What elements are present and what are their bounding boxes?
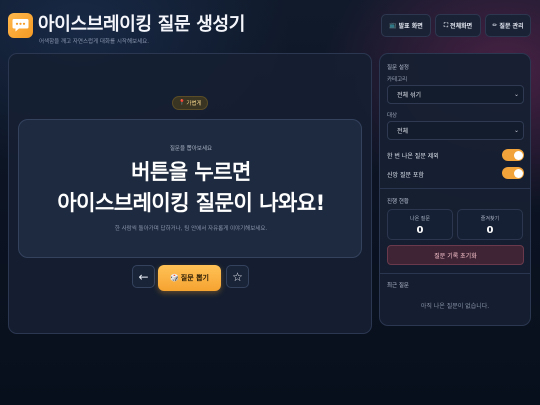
- divider: [380, 188, 530, 189]
- exclude-used-toggle[interactable]: [502, 149, 524, 161]
- exclude-used-label: 한 번 나온 질문 제외: [387, 153, 439, 160]
- favorites-count-stat: 즐겨찾기 0: [457, 209, 523, 240]
- arrow-left-icon: ←: [138, 269, 149, 284]
- category-select-value: 전체 섞기: [397, 92, 421, 99]
- fullscreen-label: 전체화면: [450, 23, 473, 30]
- recent-questions-title: 최근 질문: [387, 283, 409, 289]
- fullscreen-button[interactable]: ⛶ 전체화면: [435, 14, 481, 37]
- faith-questions-toggle[interactable]: [502, 167, 524, 179]
- question-hint: 한 사람씩 돌아가며 답하거나, 팀 안에서 자유롭게 이야기해보세요.: [114, 226, 268, 232]
- chevron-down-icon: ⌄: [513, 127, 519, 134]
- manage-questions-label: 질문 관리: [499, 23, 524, 30]
- fullscreen-icon: ⛶: [443, 21, 449, 29]
- previous-question-button[interactable]: ←: [132, 265, 155, 288]
- target-select-value: 전체: [397, 128, 409, 135]
- page-title: 아이스브레이킹 질문 생성기: [38, 14, 246, 35]
- stat-label: 즐겨찾기: [480, 216, 500, 222]
- target-label: 대상: [387, 113, 398, 119]
- used-count-stat: 나온 질문 0: [387, 209, 453, 240]
- chat-bubble-icon: [12, 19, 29, 32]
- divider: [380, 273, 530, 274]
- question-card: 질문을 뽑아보세요 버튼을 누르면 아이스브레이킹 질문이 나와요! 한 사람씩…: [18, 119, 362, 258]
- category-select[interactable]: 전체 섞기 ⌄: [387, 85, 524, 104]
- page-subtitle: 어색함을 깨고 자연스럽게 대화를 시작해보세요.: [39, 39, 149, 45]
- toggle-knob: [513, 168, 523, 178]
- tv-icon: 📺: [389, 22, 397, 29]
- progress-title: 진행 현황: [387, 199, 409, 205]
- dice-icon: 🎲: [170, 274, 179, 282]
- category-badge: 📍 가볍게: [172, 96, 208, 110]
- stat-value: 0: [416, 225, 424, 236]
- draw-question-label: 질문 뽑기: [180, 274, 209, 282]
- stat-label: 나온 질문: [410, 216, 430, 222]
- faith-questions-label: 신앙 질문 포함: [387, 172, 424, 179]
- category-label: 카테고리: [387, 77, 408, 83]
- question-text-line-2: 아이스브레이킹 질문이 나와요!: [57, 191, 325, 215]
- presentation-mode-button[interactable]: 📺 발표 화면: [381, 14, 431, 37]
- toggle-knob: [513, 150, 523, 160]
- pencil-icon: ✏: [492, 22, 498, 29]
- settings-title: 질문 설정: [387, 65, 409, 71]
- chevron-down-icon: ⌄: [513, 91, 519, 98]
- manage-questions-button[interactable]: ✏ 질문 관리: [485, 14, 531, 37]
- star-icon: ☆: [232, 269, 243, 284]
- app-logo-icon: [8, 13, 33, 38]
- reset-history-button[interactable]: 질문 기록 초기화: [387, 245, 524, 265]
- presentation-mode-label: 발표 화면: [398, 23, 423, 30]
- category-badge-label: 가볍게: [186, 101, 202, 107]
- question-kicker: 질문을 뽑아보세요: [169, 146, 213, 152]
- favorite-button[interactable]: ☆: [226, 265, 249, 288]
- draw-question-button[interactable]: 🎲 질문 뽑기: [158, 265, 221, 291]
- recent-questions-empty: 아직 나온 질문이 없습니다.: [420, 303, 490, 310]
- question-text-line-1: 버튼을 누르면: [131, 160, 251, 184]
- target-select[interactable]: 전체 ⌄: [387, 121, 524, 140]
- stat-value: 0: [486, 225, 494, 236]
- pin-icon: 📍: [178, 100, 186, 106]
